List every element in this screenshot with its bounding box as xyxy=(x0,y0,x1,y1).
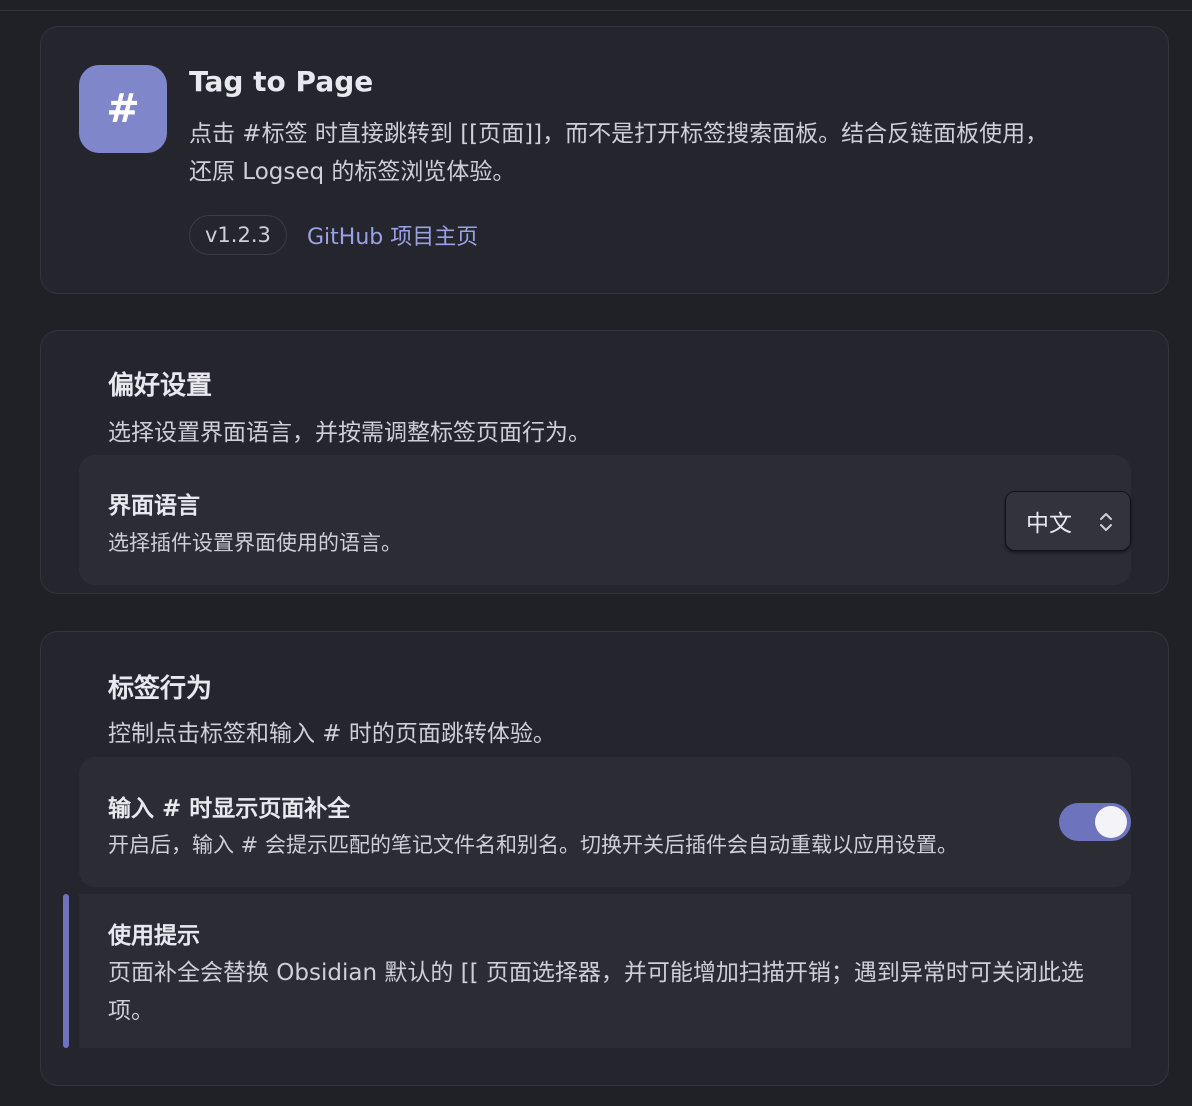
completion-setting-row: 输入 # 时显示页面补全 开启后，输入 # 会提示匹配的笔记文件名和别名。切换开… xyxy=(79,757,1131,887)
tip-accent-bar xyxy=(63,894,69,1048)
setting-name: 界面语言 xyxy=(108,493,200,519)
completion-toggle[interactable] xyxy=(1059,803,1131,841)
language-select-value: 中文 xyxy=(1026,511,1072,537)
hash-icon: # xyxy=(106,86,140,132)
section-title: 标签行为 xyxy=(108,674,213,704)
tag-behavior-section: 标签行为 控制点击标签和输入 # 时的页面跳转体验。 输入 # 时显示页面补全 … xyxy=(40,631,1169,1086)
section-description: 控制点击标签和输入 # 时的页面跳转体验。 xyxy=(108,721,556,747)
tip-title: 使用提示 xyxy=(108,923,200,949)
section-description: 选择设置界面语言，并按需调整标签页面行为。 xyxy=(108,420,591,446)
github-link[interactable]: GitHub 项目主页 xyxy=(307,215,478,255)
top-divider xyxy=(0,10,1192,11)
language-setting-row: 界面语言 选择插件设置界面使用的语言。 中文 xyxy=(79,455,1131,585)
language-select[interactable]: 中文 xyxy=(1005,491,1131,551)
setting-name: 输入 # 时显示页面补全 xyxy=(108,796,351,822)
plugin-logo: # xyxy=(79,65,167,153)
setting-description: 选择插件设置界面使用的语言。 xyxy=(108,531,402,555)
section-title: 偏好设置 xyxy=(108,371,213,401)
plugin-description: 点击 #标签 时直接跳转到 [[页面]]，而不是打开标签搜索面板。结合反链面板使… xyxy=(189,121,1049,185)
chevron-updown-icon xyxy=(1100,513,1112,531)
plugin-title: Tag to Page xyxy=(189,65,374,98)
setting-description: 开启后，输入 # 会提示匹配的笔记文件名和别名。切换开关后插件会自动重载以应用设… xyxy=(108,833,958,857)
plugin-header-card: # Tag to Page 点击 #标签 时直接跳转到 [[页面]]，而不是打开… xyxy=(40,26,1169,294)
version-badge: v1.2.3 xyxy=(189,215,287,255)
preferences-section: 偏好设置 选择设置界面语言，并按需调整标签页面行为。 界面语言 选择插件设置界面… xyxy=(40,330,1169,594)
version-label: v1.2.3 xyxy=(205,223,271,247)
toggle-knob xyxy=(1095,806,1127,838)
usage-tip-box: 使用提示 页面补全会替换 Obsidian 默认的 [[ 页面选择器，并可能增加… xyxy=(79,894,1131,1048)
tip-text: 页面补全会替换 Obsidian 默认的 [[ 页面选择器，并可能增加扫描开销；… xyxy=(108,960,1084,1024)
